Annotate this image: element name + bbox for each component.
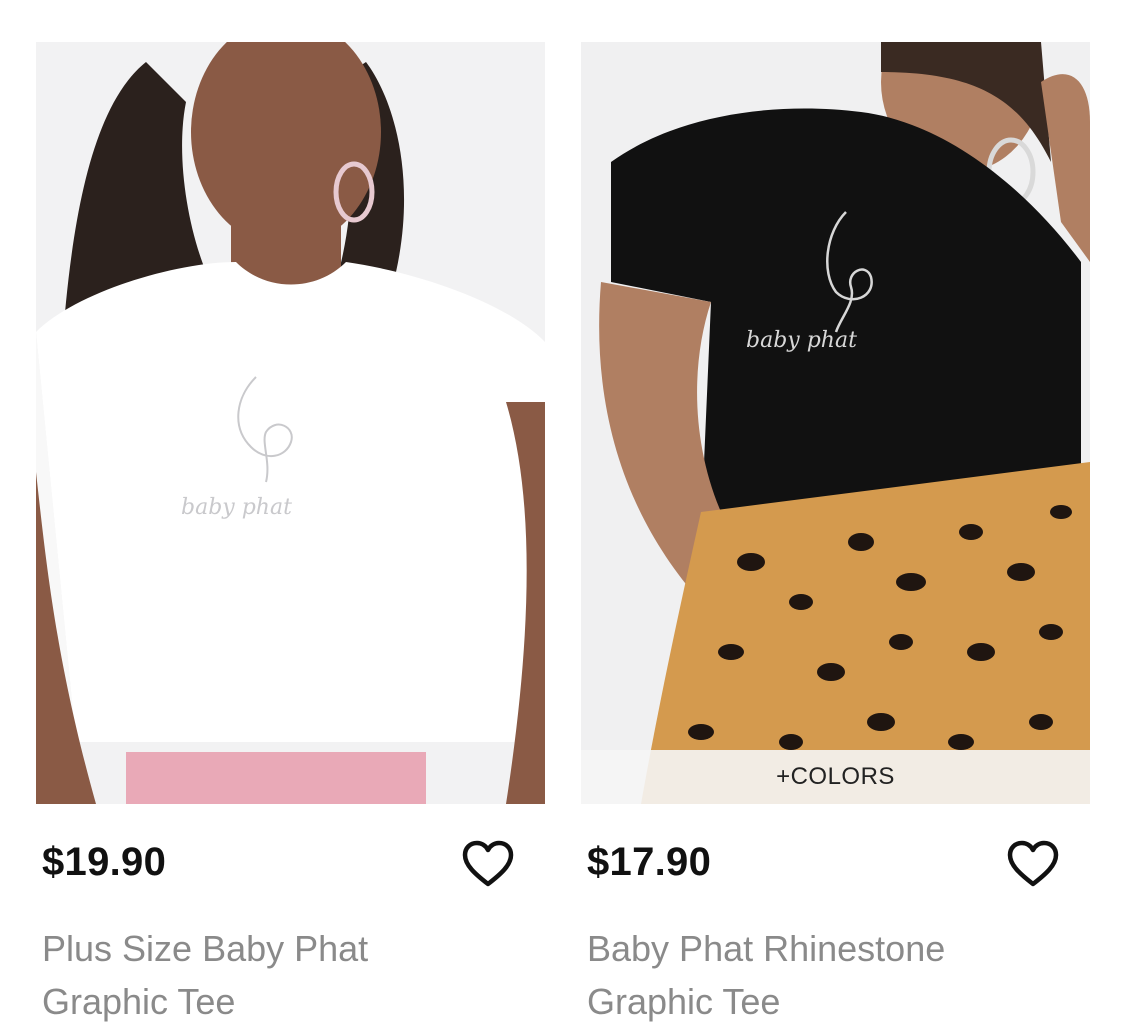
product-title[interactable]: Plus Size Baby Phat Graphic Tee [42,922,512,1028]
product-price: $17.90 [587,840,712,884]
product-image[interactable]: baby phat [581,42,1090,804]
product-title-line2: Graphic Tee [42,981,236,1022]
product-info: $17.90 [581,804,1090,922]
heart-outline-icon [462,840,514,887]
product-card: baby phat +COLORS $17.90 Baby Phat Rhine… [581,42,1090,1022]
more-colors-label[interactable]: +COLORS [581,750,1090,804]
product-image[interactable]: baby phat [36,42,545,804]
product-title-line1: Baby Phat Rhinestone [587,928,946,969]
heart-outline-icon [1007,840,1059,887]
svg-text:baby phat: baby phat [746,328,857,353]
wishlist-button[interactable] [1004,838,1062,890]
product-info: $19.90 [36,804,545,922]
product-title[interactable]: Baby Phat Rhinestone Graphic Tee [587,922,1057,1028]
product-photo: baby phat [581,42,1090,804]
product-title-line1: Plus Size Baby Phat [42,928,369,969]
product-photo: baby phat [36,42,545,804]
product-price: $19.90 [42,840,167,884]
wishlist-button[interactable] [459,838,517,890]
product-card: baby phat $19.90 Plus Size Baby Phat Gra… [36,42,545,1022]
product-title-line2: Graphic Tee [587,981,781,1022]
svg-text:baby phat: baby phat [181,495,292,520]
